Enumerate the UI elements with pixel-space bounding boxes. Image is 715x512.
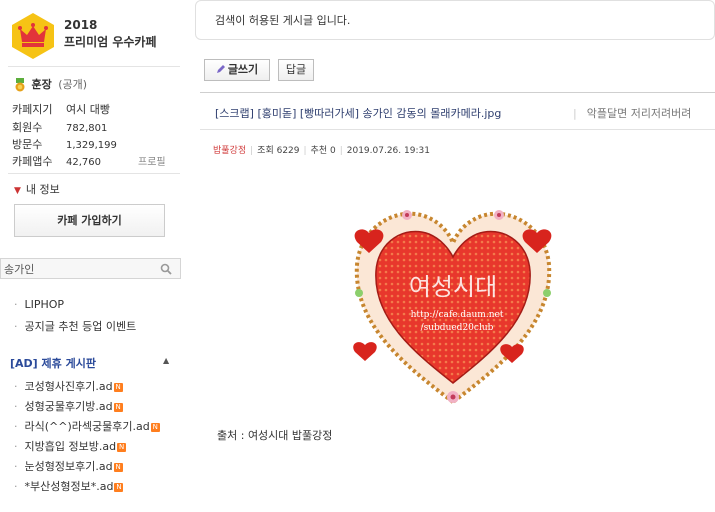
info-key: 카페앱수 [12,155,53,168]
divider: | [250,146,254,156]
info-row-visits: 방문수 1,329,199 [12,136,117,152]
ad-item[interactable]: · 지방흡입 정보방.ad N [14,438,127,454]
post-source: 출처 : 여성시대 밥풀강정 [217,429,333,442]
ad-item-label: 지방흡입 정보방.ad [24,440,117,453]
cafe-header: 2018 프리미엄 우수카페 [10,12,182,62]
ad-section-title[interactable]: [AD] 제휴 게시판 ▲ [10,355,169,371]
new-badge: N [113,403,123,412]
info-value[interactable]: 여시 대빵 [66,103,110,116]
watermark-text: 여성시대 [409,273,497,301]
notice-text: 검색이 허용된 게시글 입니다. [215,14,351,27]
bullet: · [14,400,18,413]
search-input[interactable] [4,261,154,276]
rank-medal-icon [15,78,25,92]
bullet: · [14,380,18,393]
info-value: 42,760 [66,157,101,168]
watermark-url-2: /subdued20club [421,323,494,333]
write-button[interactable]: 글쓰기 [204,59,270,81]
join-cafe-button[interactable]: 카페 가입하기 [14,204,165,237]
post-meta: 밥풀강정 | 조회 6229 | 추천 0 | 2019.07.26. 19:31 [213,143,430,156]
cafe-search-box [0,258,181,279]
ad-item[interactable]: · 라식(^^)라섹궁물후기.ad N [14,418,160,434]
watermark-url-1: http://cafe.daum.net [411,310,504,320]
menu-item-label: 공지글 추천 등업 이벤트 [24,320,137,333]
post-title-bar: [스크랩] [홍미돋] [빵따러가세] 송가인 감동의 몰래카메라.jpg | 악… [200,92,715,130]
heart-watermark-image: 여성시대 http://cafe.daum.net /subdued20club [353,210,552,405]
info-key: 카페지기 [12,103,53,116]
ad-item[interactable]: · 성형궁물후기방.ad N [14,398,123,414]
recommend-count: 추천 0 [310,146,336,156]
bullet: · [14,440,18,453]
cafe-year: 2018 [64,18,98,32]
info-key: 회원수 [12,121,43,134]
bullet: · [14,320,18,333]
bullet: · [14,480,18,493]
info-row-app-count: 카페앱수 42,760 [12,153,101,169]
ad-item[interactable]: · 코성형사진후기.ad N [14,378,123,394]
ad-item[interactable]: · 눈성형정보후기.ad N [14,458,123,474]
view-count: 조회 6229 [257,146,300,156]
new-badge: N [113,463,123,472]
info-key: 방문수 [12,138,43,151]
new-badge: N [117,443,127,452]
menu-item-label: LIPHOP [24,298,65,311]
ad-item[interactable]: · *부산성형정보*.ad N [14,478,124,494]
chevron-down-icon: ▼ [14,186,21,196]
bullet: · [14,298,18,311]
search-icon[interactable] [160,263,172,275]
post-date: 2019.07.26. 19:31 [346,146,430,156]
info-row-manager: 카페지기 여시 대빵 [12,101,110,117]
new-badge: N [150,423,160,432]
profile-link[interactable]: 프로필 [138,153,166,168]
post-subtitle: | 악플달면 저리저려버려 [573,105,691,121]
cafe-grade: 프리미엄 우수카페 [64,35,157,49]
ad-section-label: [AD] 제휴 게시판 [10,357,96,370]
ad-item-label: 성형궁물후기방.ad [24,400,113,413]
info-value: 782,801 [66,123,108,134]
write-button-label: 글쓰기 [227,63,259,76]
divider [8,173,180,174]
menu-item-liphop[interactable]: · LIPHOP [14,298,64,311]
menu-item-notice-event[interactable]: · 공지글 추천 등업 이벤트 [14,318,136,334]
ad-item-label: *부산성형정보*.ad [24,480,114,493]
reply-button[interactable]: 답글 [278,59,314,81]
post-title: [스크랩] [홍미돋] [빵따러가세] 송가인 감동의 몰래카메라.jpg [215,107,502,120]
collapse-arrow-icon[interactable]: ▲ [163,356,169,365]
divider: | [303,146,307,156]
ad-item-label: 라식(^^)라섹궁물후기.ad [24,420,150,433]
divider: | [339,146,343,156]
author-name[interactable]: 밥풀강정 [213,146,246,156]
bullet: · [14,460,18,473]
my-info-toggle[interactable]: ▼ 내 정보 [14,181,60,197]
premium-cafe-crown-icon [12,13,54,59]
new-badge: N [114,483,124,492]
new-badge: N [113,383,123,392]
divider: | [573,107,577,120]
sidebar: 2018 프리미엄 우수카페 훈장 (공개) 카페지기 여시 대빵 회원수 782,… [0,0,183,512]
my-info-label: 내 정보 [25,183,60,196]
ad-item-label: 눈성형정보후기.ad [24,460,113,473]
owner-public: (공개) [58,78,88,91]
info-row-members: 회원수 782,801 [12,119,107,135]
info-value: 1,329,199 [66,140,117,151]
owner-rank: 훈장 (공개) [14,76,87,94]
search-allowed-notice: 검색이 허용된 게시글 입니다. [195,0,715,40]
bullet: · [14,420,18,433]
divider [8,66,180,67]
pencil-icon [216,65,225,73]
post-subtitle-text: 악플달면 저리저려버려 [586,107,692,120]
cafe-grade-title: 2018 프리미엄 우수카페 [64,17,157,51]
owner-label: 훈장 [31,78,52,91]
ad-item-label: 코성형사진후기.ad [24,380,113,393]
